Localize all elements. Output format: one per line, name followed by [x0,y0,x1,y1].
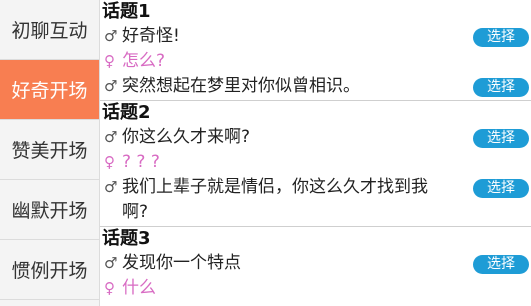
dialog-line: ♀ 怎么? [100,49,531,74]
dialog-text: ? ? ? [122,152,160,172]
dialog-line: ♂ 你这么久才来啊? 选择 [100,125,531,150]
sidebar-item-chat-interaction[interactable]: 初聊互动 [0,0,99,60]
male-icon: ♂ [104,77,118,95]
sidebar-item-praise-opening[interactable]: 赞美开场 [0,120,99,180]
male-icon: ♂ [104,128,118,146]
dialog-text: 我们上辈子就是情侣，你这么久才找到我啊? [122,177,428,222]
dialog-line: ♂ 发现你一个特点 选择 [100,251,531,276]
select-button[interactable]: 选择 [473,255,529,274]
dialog-text: 什么 [122,278,156,298]
select-button[interactable]: 选择 [473,28,529,47]
dialog-text: 你这么久才来啊? [122,127,251,147]
topic-title: 话题3 [102,228,151,249]
female-icon: ♀ [104,153,115,171]
male-icon: ♂ [104,178,118,196]
dialog-text: 好奇怪! [122,26,180,46]
sidebar-item-humor-opening[interactable]: 幽默开场 [0,180,99,240]
male-icon: ♂ [104,254,118,272]
male-icon: ♂ [104,27,118,45]
sidebar-item-routine-opening[interactable]: 惯例开场 [0,240,99,300]
topic-block: 话题3 ♂ 发现你一个特点 选择 ♀ 什么 [100,227,531,301]
dialog-line: ♀ 什么 [100,276,531,301]
dialog-line: ♂ 我们上辈子就是情侣，你这么久才找到我啊? 选择 [100,175,531,225]
topic-title: 话题2 [102,102,151,123]
female-icon: ♀ [104,279,115,297]
topic-block: 话题1 ♂ 好奇怪! 选择 ♀ 怎么? ♂ 突然想起在梦里对你似曾相识。 选择 [100,0,531,101]
dialog-text: 怎么? [122,51,166,71]
topic-list: 话题1 ♂ 好奇怪! 选择 ♀ 怎么? ♂ 突然想起在梦里对你似曾相识。 选择 … [100,0,531,306]
select-button[interactable]: 选择 [473,179,529,198]
dialog-line: ♂ 好奇怪! 选择 [100,24,531,49]
category-sidebar: 初聊互动 好奇开场 赞美开场 幽默开场 惯例开场 [0,0,100,306]
dialog-line: ♂ 突然想起在梦里对你似曾相识。 选择 [100,74,531,99]
topic-block: 话题2 ♂ 你这么久才来啊? 选择 ♀ ? ? ? ♂ 我们上辈子就是情侣，你这… [100,101,531,227]
select-button[interactable]: 选择 [473,129,529,148]
female-icon: ♀ [104,52,115,70]
dialog-text: 突然想起在梦里对你似曾相识。 [122,76,360,96]
dialog-text: 发现你一个特点 [122,253,241,273]
sidebar-item-curious-opening[interactable]: 好奇开场 [0,60,99,120]
dialog-line: ♀ ? ? ? [100,150,531,175]
topic-title: 话题1 [102,1,151,22]
select-button[interactable]: 选择 [473,78,529,97]
